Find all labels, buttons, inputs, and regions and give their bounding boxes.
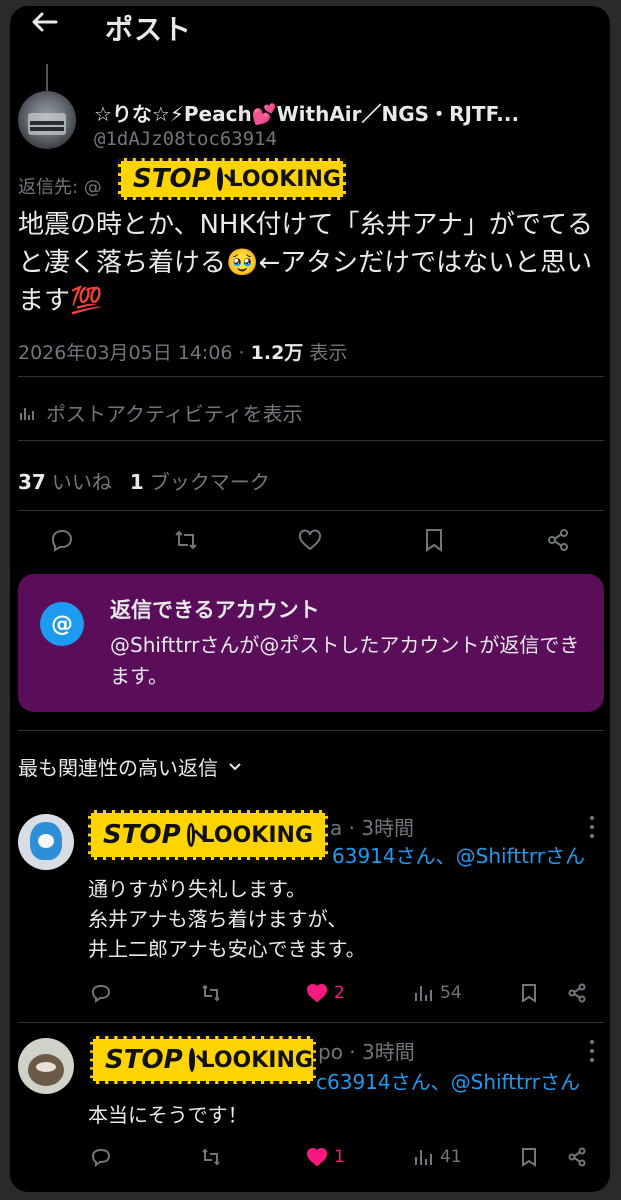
stop-looking-sticker: STOP LOOKING	[90, 1036, 316, 1084]
card-body: @Shifttrrさんが@ポストしたアカウントが返信できます。	[110, 633, 580, 688]
stop-banner: STOP LOOKING	[118, 158, 346, 200]
divider	[18, 440, 604, 441]
reply-text-line: 井上二郎アナも安心できます。	[88, 937, 366, 961]
likes-label: いいね	[51, 470, 112, 494]
reply-text-line: 通りすがり失礼します。	[88, 877, 306, 901]
heart-icon	[307, 983, 327, 1003]
repost-icon[interactable]	[200, 1146, 222, 1168]
likes-stat[interactable]: 37 いいね	[18, 466, 112, 495]
divider	[18, 510, 604, 511]
prohibited-icon	[186, 823, 195, 847]
like-button[interactable]: 2	[306, 982, 345, 1004]
divider	[18, 730, 604, 731]
sort-label: 最も関連性の高い返信	[18, 756, 218, 780]
post-stats: 37 いいね 1 ブックマーク	[18, 466, 270, 495]
divider	[18, 376, 604, 377]
reply-text-line: 糸井アナも落ち着けますが、	[88, 907, 348, 931]
post-timestamp[interactable]: 2026年03月05日 14:06 · 1.2万 表示	[18, 338, 347, 365]
like-button[interactable]: 1	[306, 1146, 345, 1168]
reply-to-line: 返信先: @	[18, 173, 102, 199]
repost-icon[interactable]	[200, 982, 222, 1004]
reply-time: · 3時間	[342, 1040, 415, 1064]
like-count: 1	[334, 1147, 345, 1167]
views-count: 41	[440, 1147, 462, 1167]
share-icon[interactable]	[544, 526, 572, 558]
prohibited-icon	[216, 167, 223, 191]
author-avatar[interactable]	[18, 91, 76, 149]
views-label: 表示	[303, 342, 348, 364]
stop-text: STOP	[133, 164, 211, 194]
prohibited-icon	[188, 1048, 195, 1072]
share-icon[interactable]	[566, 1146, 588, 1168]
bookmark-icon[interactable]	[518, 982, 540, 1004]
reply-meta: a · 3時間	[330, 812, 414, 841]
reply-name-fragment[interactable]: po	[318, 1040, 343, 1064]
like-icon[interactable]	[296, 526, 324, 558]
analytics-icon	[20, 407, 34, 420]
post-activity-link[interactable]: ポストアクティビティを表示	[18, 398, 303, 427]
card-title: 返信できるアカウント	[110, 598, 320, 622]
reply-icon[interactable]	[48, 526, 76, 558]
analytics-icon	[415, 986, 432, 1001]
share-icon[interactable]	[566, 982, 588, 1004]
views-button[interactable]: 54	[412, 982, 462, 1004]
reply-time: · 3時間	[342, 816, 415, 840]
views-count: 54	[440, 983, 462, 1003]
reply-text: 通りすがり失礼します。 糸井アナも落ち着けますが、 井上二郎アナも安心できます。	[88, 874, 366, 964]
page-title: ポスト	[105, 13, 193, 46]
app-frame: ポスト ☆りな☆⚡Peach💕WithAir／NGS・RJTF... @1dAJ…	[10, 6, 610, 1192]
reply-icon[interactable]	[90, 1146, 112, 1168]
author-display-name[interactable]: ☆りな☆⚡Peach💕WithAir／NGS・RJTF...	[94, 98, 519, 127]
stop-banner: STOP LOOKING	[90, 1036, 316, 1084]
reply-to-handles[interactable]: 63914さん、@Shifttrrさん	[332, 840, 585, 869]
reply-text-line: 本当にそうです！	[88, 1103, 248, 1127]
reply-meta: po · 3時間	[318, 1036, 415, 1065]
author-handle[interactable]: @1dAJz08toc63914	[94, 128, 277, 150]
looking-text: LOOKING	[200, 1047, 313, 1073]
post-text: 地震の時とか、NHK付けて「糸井アナ」がでてると凄く落ち着ける🥹←アタシだけでは…	[18, 210, 594, 316]
reply-to-handles[interactable]: c63914さん、@Shifttrrさん	[316, 1066, 580, 1095]
looking-text: LOOKING	[228, 166, 341, 192]
stop-text: STOP	[105, 1045, 183, 1075]
reply-avatar[interactable]	[18, 1038, 74, 1094]
heart-icon	[307, 1147, 327, 1167]
more-icon[interactable]	[590, 816, 596, 843]
back-arrow-icon[interactable]	[26, 6, 66, 42]
bookmark-icon[interactable]	[420, 526, 448, 558]
more-icon[interactable]	[590, 1040, 596, 1067]
like-count: 2	[334, 983, 345, 1003]
reply-to-label: 返信先: @	[18, 177, 102, 198]
reply-icon[interactable]	[90, 982, 112, 1004]
reply-text: 本当にそうです！	[88, 1100, 248, 1130]
reply-name-fragment[interactable]: a	[330, 816, 342, 840]
stop-looking-sticker: STOP LOOKING	[118, 158, 346, 200]
looking-text: LOOKING	[200, 822, 313, 848]
stop-text: STOP	[103, 820, 181, 850]
bookmarks-stat[interactable]: 1 ブックマーク	[130, 466, 270, 495]
analytics-icon	[415, 1150, 432, 1165]
at-sign-icon: @	[40, 602, 84, 646]
likes-count: 37	[18, 470, 46, 494]
bookmarks-count: 1	[129, 470, 144, 494]
divider	[18, 1022, 604, 1023]
views-count: 1.2万	[250, 342, 304, 364]
stop-banner: STOP LOOKING	[88, 810, 328, 860]
bookmarks-label: ブックマーク	[149, 470, 270, 494]
repost-icon[interactable]	[172, 526, 200, 558]
chevron-down-icon	[229, 762, 241, 770]
reply-avatar[interactable]	[18, 814, 74, 870]
activity-label: ポストアクティビティを表示	[46, 402, 303, 426]
reply-sort-dropdown[interactable]: 最も関連性の高い返信	[18, 752, 242, 781]
stop-looking-sticker: STOP LOOKING	[88, 810, 328, 860]
views-button[interactable]: 41	[412, 1146, 462, 1168]
reply-permission-card: @ 返信できるアカウント @Shifttrrさんが@ポストしたアカウントが返信で…	[18, 574, 604, 712]
timestamp-text: 2026年03月05日 14:06 ·	[18, 342, 251, 364]
bookmark-icon[interactable]	[518, 1146, 540, 1168]
